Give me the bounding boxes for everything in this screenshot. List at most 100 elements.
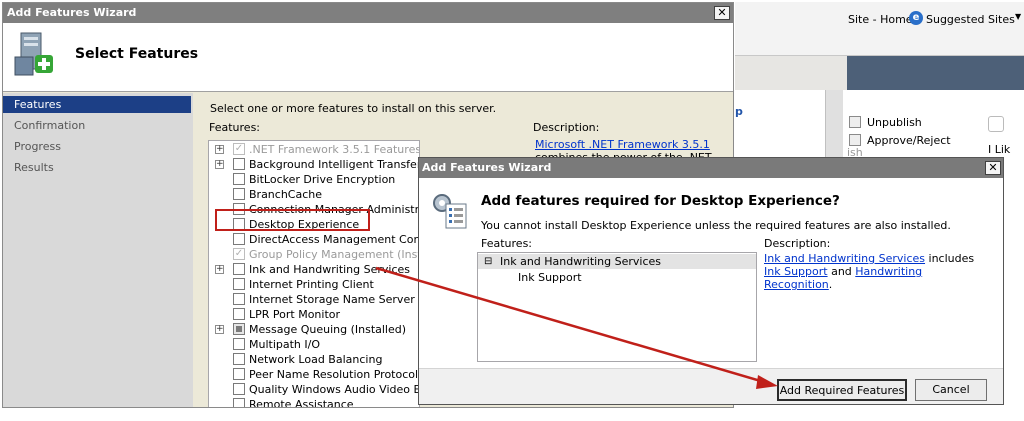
wizard-steps: Features Confirmation Progress Results xyxy=(3,93,193,407)
chevron-down-icon[interactable]: ▼ xyxy=(1015,12,1021,21)
dialog-close-button[interactable]: ✕ xyxy=(985,161,1001,175)
dialog-description-label: Description: xyxy=(764,237,831,250)
feature-label: DirectAccess Management Console xyxy=(249,233,420,246)
desc-link-ink-support[interactable]: Ink Support xyxy=(764,265,828,278)
highlight-box xyxy=(215,209,370,231)
feature-row[interactable]: Internet Storage Name Server xyxy=(209,292,419,307)
feature-row[interactable]: Internet Printing Client xyxy=(209,277,419,292)
approve-reject-icon xyxy=(849,134,861,146)
feature-checkbox[interactable] xyxy=(233,188,245,200)
feature-checkbox[interactable] xyxy=(233,353,245,365)
feature-checkbox[interactable] xyxy=(233,233,245,245)
expand-icon[interactable]: + xyxy=(215,325,224,334)
feature-checkbox[interactable] xyxy=(233,173,245,185)
cancel-button[interactable]: Cancel xyxy=(915,379,987,401)
feature-row[interactable]: Quality Windows Audio Video Experie xyxy=(209,382,420,397)
feature-label: Internet Printing Client xyxy=(249,278,374,291)
description-label: Description: xyxy=(533,121,600,134)
dialog-subtext: You cannot install Desktop Experience un… xyxy=(481,219,951,232)
feature-checkbox[interactable] xyxy=(233,323,245,335)
desc-text: . xyxy=(828,278,833,291)
expand-icon[interactable]: + xyxy=(215,160,224,169)
scrollbar[interactable] xyxy=(825,90,843,160)
gear-list-icon xyxy=(429,190,469,230)
dialog-footer: Add Required Features Cancel xyxy=(419,368,1003,404)
tree-child-label[interactable]: Ink Support xyxy=(518,270,582,285)
feature-label: Peer Name Resolution Protocol xyxy=(249,368,419,381)
dialog-body: Add features required for Desktop Experi… xyxy=(419,178,1003,368)
feature-label: LPR Port Monitor xyxy=(249,308,341,321)
required-features-dialog: Add Features Wizard ✕ Add features requi… xyxy=(418,157,1004,405)
feature-row[interactable]: BranchCache xyxy=(209,187,419,202)
approve-reject-button[interactable]: Approve/Reject xyxy=(867,134,951,147)
feature-row[interactable]: Network Load Balancing xyxy=(209,352,419,367)
feature-row[interactable]: DirectAccess Management Console xyxy=(209,232,420,247)
add-required-features-button[interactable]: Add Required Features xyxy=(777,379,907,401)
required-features-tree[interactable]: ⊟ Ink and Handwriting Services Ink Suppo… xyxy=(477,252,757,362)
feature-row[interactable]: + Background Intelligent Transfer Servi xyxy=(209,157,419,172)
feature-checkbox[interactable] xyxy=(233,263,245,275)
favorites-site-home[interactable]: Site - Home xyxy=(848,13,913,26)
browser-favorites-bar: Site - Home e Suggested Sites ▼ xyxy=(735,2,1024,56)
feature-label: Group Policy Management (Installed) xyxy=(249,248,420,261)
unpublish-button[interactable]: Unpublish xyxy=(867,116,922,129)
dialog-heading: Add features required for Desktop Experi… xyxy=(481,193,840,209)
feature-row[interactable]: + Ink and Handwriting Services xyxy=(209,262,419,277)
feature-row[interactable]: LPR Port Monitor xyxy=(209,307,419,322)
feature-row[interactable]: Multipath I/O xyxy=(209,337,419,352)
dialog-description: Ink and Handwriting Services includes In… xyxy=(764,252,984,291)
server-add-icon xyxy=(13,31,57,79)
unpublish-icon xyxy=(849,116,861,128)
feature-label: Network Load Balancing xyxy=(249,353,383,366)
tree-item-selected[interactable]: ⊟ Ink and Handwriting Services xyxy=(478,254,756,269)
features-label: Features: xyxy=(209,121,261,134)
ribbon-header xyxy=(847,56,1024,90)
collapse-icon[interactable]: ⊟ xyxy=(484,254,492,269)
feature-checkbox[interactable] xyxy=(233,278,245,290)
wizard-title-bar: Add Features Wizard xyxy=(3,3,733,23)
feature-label: Internet Storage Name Server xyxy=(249,293,415,306)
desc-text: includes xyxy=(925,252,975,265)
favorites-suggested-sites[interactable]: Suggested Sites xyxy=(926,13,1015,26)
step-features[interactable]: Features xyxy=(3,96,191,113)
feature-row[interactable]: + Message Queuing (Installed) xyxy=(209,322,419,337)
step-results[interactable]: Results xyxy=(3,159,191,176)
dialog-title-bar: Add Features Wizard xyxy=(419,158,1003,178)
step-progress[interactable]: Progress xyxy=(3,138,191,155)
features-list[interactable]: + ✓ .NET Framework 3.5.1 Features (Install… xyxy=(208,140,420,408)
feature-label: BranchCache xyxy=(249,188,323,201)
feature-checkbox[interactable] xyxy=(233,368,245,380)
feature-checkbox[interactable] xyxy=(233,158,245,170)
feature-label: Multipath I/O xyxy=(249,338,321,351)
feature-checkbox[interactable] xyxy=(233,383,245,395)
desc-link-ink-handwriting[interactable]: Ink and Handwriting Services xyxy=(764,252,925,265)
feature-checkbox[interactable] xyxy=(233,293,245,305)
step-confirmation[interactable]: Confirmation xyxy=(3,117,191,134)
feature-row[interactable]: ✓ Group Policy Management (Installed) xyxy=(209,247,420,262)
dialog-features-label: Features: xyxy=(481,237,533,250)
feature-label: BitLocker Drive Encryption xyxy=(249,173,396,186)
feature-label: Message Queuing (Installed) xyxy=(249,323,407,336)
feature-label: Remote Assistance xyxy=(249,398,354,408)
page-title: Select Features xyxy=(75,46,199,62)
wizard-header: Select Features xyxy=(3,23,733,92)
close-button[interactable]: ✕ xyxy=(714,6,730,20)
feature-checkbox[interactable] xyxy=(233,398,245,407)
feature-row[interactable]: Remote Assistance xyxy=(209,397,419,408)
i-like-it-button[interactable]: I Lik xyxy=(988,143,1010,156)
feature-row[interactable]: BitLocker Drive Encryption xyxy=(209,172,419,187)
feature-checkbox[interactable]: ✓ xyxy=(233,248,245,260)
ribbon-fragment: p xyxy=(735,105,743,118)
feature-checkbox[interactable]: ✓ xyxy=(233,143,245,155)
feature-row[interactable]: Peer Name Resolution Protocol xyxy=(209,367,419,382)
desc-text: and xyxy=(827,265,856,278)
feature-checkbox[interactable] xyxy=(233,338,245,350)
feature-row[interactable]: + ✓ .NET Framework 3.5.1 Features (Install… xyxy=(209,142,420,157)
feature-checkbox[interactable] xyxy=(233,308,245,320)
expand-icon[interactable]: + xyxy=(215,265,224,274)
feature-label: Quality Windows Audio Video Experie xyxy=(249,383,420,396)
description-link[interactable]: Microsoft .NET Framework 3.5.1 xyxy=(535,138,710,151)
wizard-title: Add Features Wizard xyxy=(7,6,137,19)
expand-icon[interactable]: + xyxy=(215,145,224,154)
feature-label: .NET Framework 3.5.1 Features (Installed… xyxy=(249,143,420,156)
